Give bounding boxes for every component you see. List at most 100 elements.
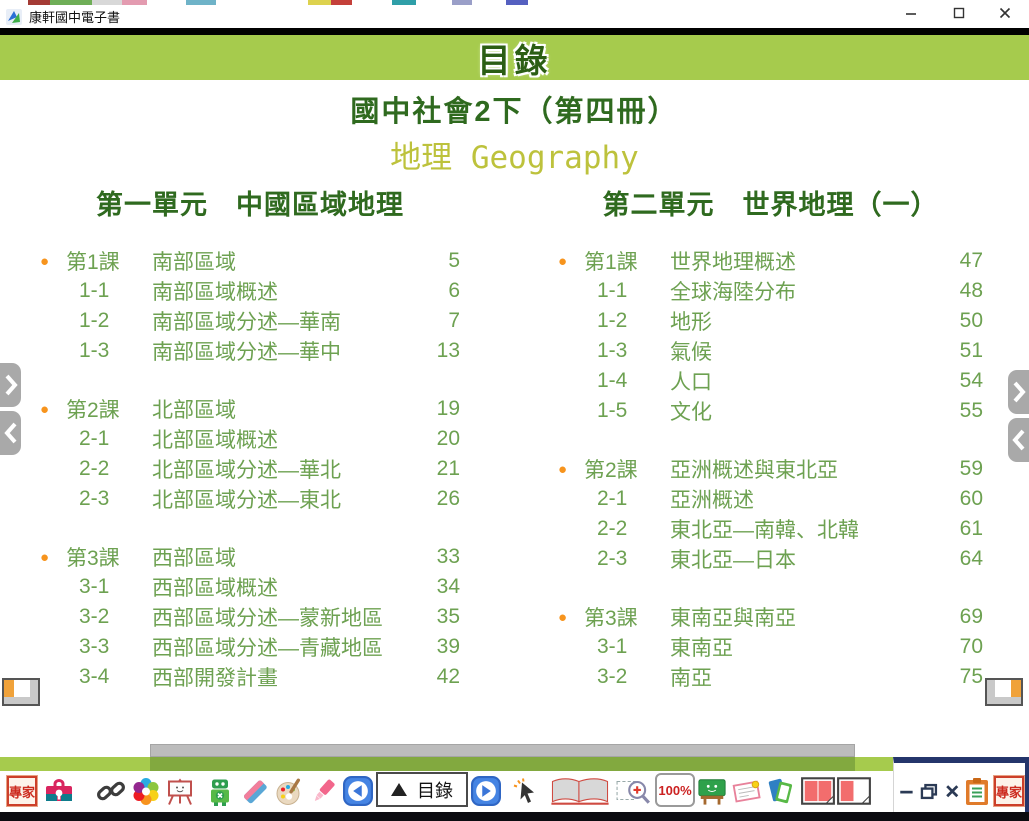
toc-row[interactable]: ●第1課世界地理概述47 [558,246,983,276]
pointer-tool-icon[interactable] [512,776,542,806]
toc-row[interactable]: 1-2地形50 [558,306,983,336]
toc-row[interactable]: 3-4西部開發計畫42 [40,662,460,692]
toc-entry-page: 35 [412,605,460,629]
recycle-robot-icon[interactable] [205,776,235,806]
devices-icon[interactable] [766,776,796,806]
toc-entry-title: 北部區域 [152,394,412,424]
window-minimize-button[interactable] [896,2,926,24]
blackboard-icon[interactable] [697,776,727,806]
page-indicator[interactable]: 目錄 [376,772,468,807]
next-page-button[interactable] [471,776,501,806]
toc-row[interactable]: 2-2東北亞—南韓、北韓61 [558,514,983,544]
toc-row[interactable]: 2-2北部區域分述—華北21 [40,454,460,484]
note-paper-icon[interactable] [732,776,762,806]
app-window: 康軒國中電子書 目錄 國中社會2下（第四冊） 地理 Geography 第一單元… [0,0,1029,821]
toc-entry-title: 南部區域分述—華南 [152,306,412,336]
toc-row[interactable]: 2-1北部區域概述20 [40,424,460,454]
toc-row[interactable]: 1-4人口54 [558,366,983,396]
toc-row[interactable]: ●第2課亞洲概述與東北亞59 [558,454,983,484]
page-corner-prev-button[interactable] [2,678,40,706]
window-close-button[interactable] [990,2,1020,24]
nav-forward-tab-left[interactable] [0,363,21,407]
clipboard-icon[interactable] [962,776,992,806]
toc-entry-title: 氣候 [670,336,935,366]
current-page-label: 目錄 [417,777,453,803]
toolbox-icon[interactable] [44,776,74,806]
toc-entry-number: 第2課 [66,394,152,424]
zoom-area-icon[interactable] [616,776,652,806]
toc-entry-number: 2-3 [66,487,152,511]
toc-entry-title: 東北亞—日本 [670,544,935,574]
toolbar-minimize-button[interactable] [898,776,916,806]
zoom-level-label: 100% [658,783,691,798]
toc-entry-number: 3-2 [66,605,152,629]
toc-row[interactable]: 2-1亞洲概述60 [558,484,983,514]
toc-entry-page: 7 [412,309,460,333]
toc-entry-page: 5 [412,249,460,273]
toc-entry-page: 48 [935,279,983,303]
toc-section: ●第3課東南亞與南亞693-1東南亞703-2南亞75 [558,602,983,692]
window-maximize-button[interactable] [944,2,974,24]
toc-entry-page: 51 [935,339,983,363]
page-select-triangle-icon [391,783,407,796]
toc-entry-number: 3-1 [584,635,670,659]
toc-entry-page: 69 [935,605,983,629]
toc-entry-page: 6 [412,279,460,303]
expert-label: 專家 [994,776,1024,806]
nav-forward-tab-right[interactable] [1008,370,1029,414]
chevron-left-icon [3,419,19,447]
toc-row[interactable]: ●第3課東南亞與南亞69 [558,602,983,632]
toc-row[interactable]: 1-5文化55 [558,396,983,426]
expert-mode-button[interactable]: 專家 [7,776,37,806]
two-page-view-icon[interactable] [800,776,836,806]
sections: ●第1課世界地理概述471-1全球海陸分布481-2地形501-3氣候511-4… [558,246,983,692]
highlighter-icon[interactable] [308,776,338,806]
toc-row[interactable]: 3-1東南亞70 [558,632,983,662]
toc-row[interactable]: 3-3西部區域分述—青藏地區39 [40,632,460,662]
toc-row[interactable]: ●第1課南部區域5 [40,246,460,276]
toc-entry-title: 南亞 [670,662,935,692]
book-spread-icon[interactable] [548,776,612,806]
toc-row[interactable]: 1-1全球海陸分布48 [558,276,983,306]
orange-bullet: ● [558,462,584,477]
one-page-view-icon[interactable] [836,776,872,806]
minimize-icon [898,782,916,800]
orange-bullet: ● [40,550,66,565]
toc-entry-number: 3-2 [584,665,670,689]
easel-icon[interactable] [165,776,195,806]
nav-back-tab-left[interactable] [0,411,21,455]
app-logo-icon [6,9,22,25]
prev-page-button[interactable] [343,776,373,806]
toc-row[interactable]: 1-3氣候51 [558,336,983,366]
toc-entry-page: 55 [935,399,983,423]
restore-icon [919,782,940,801]
toolbar-close-button[interactable] [943,776,961,806]
toc-row[interactable]: 3-1西部區域概述34 [40,572,460,602]
toc-entry-title: 文化 [670,396,935,426]
toc-entry-number: 第1課 [584,246,670,276]
toc-row[interactable]: ●第3課西部區域33 [40,542,460,572]
window-titlebar: 康軒國中電子書 [0,5,1029,28]
toc-row[interactable]: 2-3北部區域分述—東北26 [40,484,460,514]
toc-entry-number: 1-3 [584,339,670,363]
eraser-icon[interactable] [240,776,270,806]
toc-row[interactable]: 1-3南部區域分述—華中13 [40,336,460,366]
nav-back-tab-right[interactable] [1008,418,1029,462]
toc-row[interactable]: ●第2課北部區域19 [40,394,460,424]
link-icon[interactable] [96,776,126,806]
page-corner-next-button[interactable] [985,678,1023,706]
toc-row[interactable]: 3-2西部區域分述—蒙新地區35 [40,602,460,632]
toc-row[interactable]: 2-3東北亞—日本64 [558,544,983,574]
toc-row[interactable]: 3-2南亞75 [558,662,983,692]
toc-entry-number: 1-1 [584,279,670,303]
color-flower-icon[interactable] [131,776,161,806]
toc-entry-title: 東北亞—南韓、北韓 [670,514,935,544]
close-icon [944,783,961,800]
horizontal-scrollbar-thumb[interactable] [150,744,855,757]
toc-row[interactable]: 1-1南部區域概述6 [40,276,460,306]
expert-mode-button-right[interactable]: 專家 [994,776,1024,806]
zoom-level-button[interactable]: 100% [655,773,695,807]
toolbar-restore-button[interactable] [918,776,940,806]
palette-icon[interactable] [274,776,304,806]
toc-row[interactable]: 1-2南部區域分述—華南7 [40,306,460,336]
